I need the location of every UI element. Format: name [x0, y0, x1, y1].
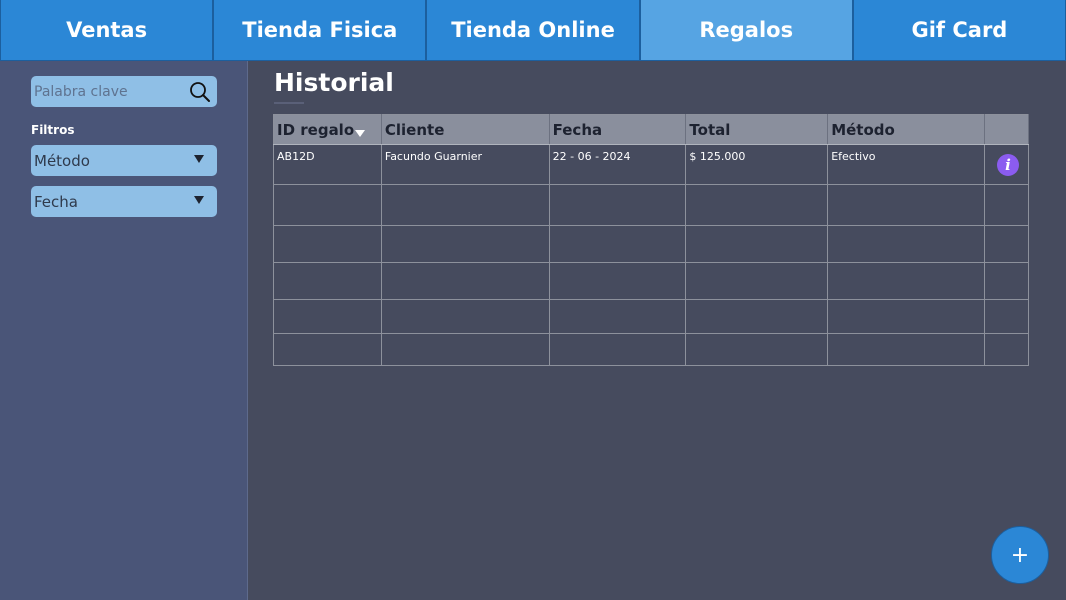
table-header-row: ID regalo Cliente Fecha Total Método — [273, 114, 1030, 145]
table-cell — [984, 299, 1030, 334]
dropdown-arrow-icon — [194, 155, 204, 163]
table-cell — [984, 262, 1030, 300]
table-cell — [273, 225, 382, 263]
table-cell — [273, 262, 382, 300]
table-cell — [381, 184, 550, 226]
table-cell — [685, 333, 829, 366]
filter-fecha-label: Fecha — [34, 192, 78, 211]
tab-tienda-fisica[interactable]: Tienda Fisica — [213, 0, 427, 61]
table-cell — [984, 184, 1030, 226]
table-row — [273, 333, 1030, 366]
table-cell — [685, 225, 829, 263]
column-header-actions — [984, 114, 1030, 145]
page-title: Historial — [274, 68, 394, 97]
table-cell — [827, 184, 985, 226]
search-input[interactable] — [31, 76, 184, 107]
table-cell — [381, 333, 550, 366]
column-header-cliente[interactable]: Cliente — [381, 114, 550, 145]
cell-fecha: 22 - 06 - 2024 — [549, 144, 687, 185]
table-cell — [827, 262, 985, 300]
column-header-total[interactable]: Total — [685, 114, 829, 145]
table-row — [273, 184, 1030, 226]
filters-title: Filtros — [31, 123, 75, 137]
add-button[interactable]: + — [991, 526, 1049, 584]
table-row[interactable]: AB12D Facundo Guarnier 22 - 06 - 2024 $ … — [273, 144, 1030, 185]
filter-fecha-select[interactable]: Fecha — [31, 186, 217, 217]
history-table: ID regalo Cliente Fecha Total Método AB1… — [273, 114, 1030, 366]
table-cell — [381, 262, 550, 300]
table-cell — [549, 225, 687, 263]
table-cell — [685, 299, 829, 334]
cell-actions: i — [984, 144, 1030, 185]
table-cell — [273, 299, 382, 334]
table-cell — [273, 184, 382, 226]
cell-total: $ 125.000 — [685, 144, 829, 185]
table-cell — [685, 184, 829, 226]
table-cell — [827, 299, 985, 334]
table-row — [273, 262, 1030, 300]
table-cell — [381, 225, 550, 263]
title-underline — [274, 102, 304, 104]
search-icon[interactable] — [189, 81, 211, 103]
info-icon[interactable]: i — [996, 154, 1019, 176]
search-box — [31, 76, 217, 107]
table-cell — [827, 225, 985, 263]
plus-icon: + — [1010, 542, 1030, 568]
table-row — [273, 299, 1030, 334]
tab-tienda-online[interactable]: Tienda Online — [426, 0, 640, 61]
tab-regalos[interactable]: Regalos — [639, 0, 853, 61]
filter-metodo-label: Método — [34, 151, 90, 170]
dropdown-arrow-icon — [194, 196, 204, 204]
table-cell — [549, 333, 687, 366]
cell-id-regalo: AB12D — [273, 144, 382, 185]
tab-ventas[interactable]: Ventas — [0, 0, 214, 61]
top-tab-bar: Ventas Tienda Fisica Tienda Online Regal… — [0, 0, 1066, 61]
cell-cliente: Facundo Guarnier — [381, 144, 550, 185]
column-header-fecha[interactable]: Fecha — [549, 114, 687, 145]
filter-metodo-select[interactable]: Método — [31, 145, 217, 176]
table-cell — [381, 299, 550, 334]
tab-gif-card[interactable]: Gif Card — [852, 0, 1066, 61]
table-cell — [685, 262, 829, 300]
table-cell — [549, 184, 687, 226]
table-cell — [827, 333, 985, 366]
sort-arrow-icon[interactable] — [355, 129, 366, 137]
table-row — [273, 225, 1030, 263]
table-cell — [273, 333, 382, 366]
sidebar: Filtros Método Fecha — [0, 61, 248, 600]
table-cell — [984, 225, 1030, 263]
cell-metodo: Efectivo — [827, 144, 985, 185]
table-cell — [984, 333, 1030, 366]
column-header-metodo[interactable]: Método — [827, 114, 985, 145]
table-cell — [549, 299, 687, 334]
column-header-id-regalo[interactable]: ID regalo — [273, 114, 382, 145]
table-cell — [549, 262, 687, 300]
